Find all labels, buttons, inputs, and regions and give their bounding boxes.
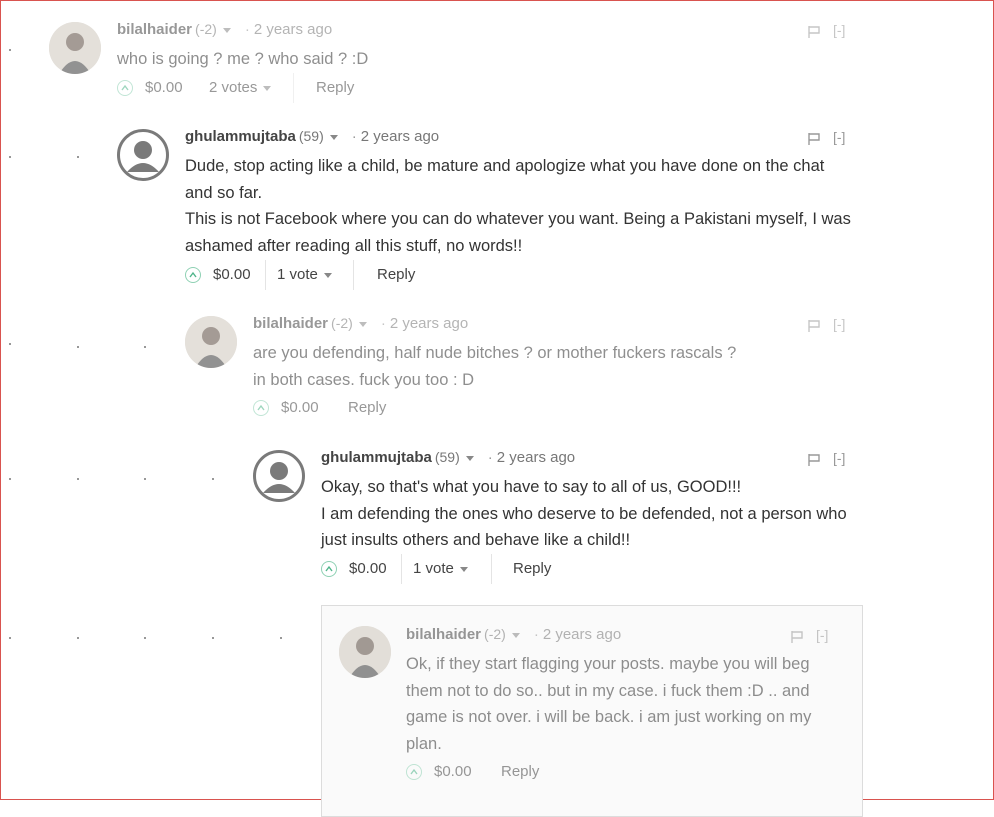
reputation: (59) [434, 449, 460, 465]
upvote-icon[interactable] [406, 764, 422, 780]
user-photo-icon [185, 316, 237, 368]
chevron-down-icon[interactable] [465, 455, 474, 461]
comment-line: ashamed after reading all this stuff, no… [185, 236, 523, 255]
chevron-down-icon[interactable] [358, 321, 367, 327]
comment-body: Okay, so that's what you have to say to … [321, 474, 921, 554]
comment-line: who is going ? me ? who said ? :D [117, 50, 369, 68]
divider [353, 260, 354, 290]
chevron-down-icon [323, 272, 332, 278]
chevron-down-icon[interactable] [222, 27, 231, 33]
upvote-icon[interactable] [253, 400, 269, 416]
reply-link[interactable]: Reply [513, 560, 551, 577]
avatar[interactable] [339, 626, 391, 678]
avatar[interactable] [49, 22, 101, 74]
comment-line: just insults others and behave like a ch… [321, 531, 631, 549]
comment-line: are you defending, half nude bitches ? o… [253, 344, 737, 362]
comment-line: game is not over. i will be back. i am j… [406, 708, 812, 726]
upvote-icon[interactable] [117, 80, 133, 96]
author-name[interactable]: bilalhaider [406, 626, 481, 643]
flag-icon[interactable] [807, 319, 821, 333]
separator-dot: · [351, 128, 357, 145]
votes-dropdown[interactable]: 1 vote [413, 560, 468, 577]
divider [401, 554, 402, 584]
timestamp[interactable]: 2 years ago [254, 21, 332, 38]
comment-body: Dude, stop acting like a child, be matur… [185, 153, 885, 259]
author-name[interactable]: bilalhaider [117, 21, 192, 38]
divider [293, 73, 294, 103]
collapse-toggle[interactable]: [-] [833, 22, 845, 38]
reply-link[interactable]: Reply [501, 763, 539, 780]
comment-line: in both cases. fuck you too : D [253, 370, 475, 389]
comment-line: plan. [406, 734, 442, 753]
payout-value[interactable]: $0.00 [213, 266, 251, 283]
reputation: (59) [298, 128, 324, 144]
separator-dot: · [487, 449, 493, 466]
votes-count: 1 vote [413, 560, 454, 577]
comment-line: This is not Facebook where you can do wh… [185, 210, 851, 228]
timestamp[interactable]: 2 years ago [543, 626, 621, 643]
default-user-icon [263, 462, 295, 493]
comment-actions: $0.00 1 vote Reply [321, 554, 621, 584]
collapse-toggle[interactable]: [-] [833, 450, 845, 466]
comment-line: Ok, if they start flagging your posts. m… [406, 655, 810, 673]
comment-body: Ok, if they start flagging your posts. m… [406, 651, 846, 757]
reputation: (-2) [195, 21, 217, 37]
reply-link[interactable]: Reply [348, 399, 386, 416]
payout-value[interactable]: $0.00 [349, 560, 387, 577]
timestamp[interactable]: 2 years ago [361, 128, 439, 145]
avatar[interactable] [117, 129, 169, 181]
divider [491, 554, 492, 584]
chevron-down-icon[interactable] [511, 632, 520, 638]
separator-dot: · [533, 626, 539, 643]
collapse-toggle[interactable]: [-] [816, 627, 828, 643]
votes-count: 2 votes [209, 79, 258, 96]
collapse-toggle[interactable]: [-] [833, 129, 845, 145]
avatar[interactable] [185, 316, 237, 368]
comment-line: and so far. [185, 183, 263, 202]
chevron-down-icon[interactable] [329, 134, 338, 140]
votes-dropdown[interactable]: 2 votes [209, 79, 272, 96]
flag-icon[interactable] [807, 25, 821, 39]
timestamp[interactable]: 2 years ago [390, 315, 468, 332]
flag-icon[interactable] [807, 453, 821, 467]
comment-line: Dude, stop acting like a child, be matur… [185, 157, 825, 175]
collapse-toggle[interactable]: [-] [833, 316, 845, 332]
comment-line: them not to do so.. but in my case. i fu… [406, 681, 810, 700]
payout-value[interactable]: $0.00 [434, 763, 472, 780]
comment-actions: $0.00 2 votes Reply [117, 73, 417, 103]
comment-actions: $0.00 Reply [406, 763, 606, 785]
payout-value[interactable]: $0.00 [281, 399, 319, 416]
reply-link[interactable]: Reply [377, 266, 415, 283]
author-name[interactable]: bilalhaider [253, 315, 328, 332]
separator-dot: · [244, 21, 250, 38]
default-user-icon [127, 141, 159, 172]
reputation: (-2) [484, 626, 506, 642]
flag-icon[interactable] [790, 630, 804, 644]
upvote-icon[interactable] [185, 267, 201, 283]
user-photo-icon [49, 22, 101, 74]
comment-body: are you defending, half nude bitches ? o… [253, 340, 853, 393]
reply-link[interactable]: Reply [316, 79, 354, 96]
separator-dot: · [380, 315, 386, 332]
flag-icon[interactable] [807, 132, 821, 146]
comment-body: who is going ? me ? who said ? :D [117, 46, 817, 73]
payout-value[interactable]: $0.00 [145, 79, 183, 96]
comment-actions: $0.00 Reply [253, 399, 453, 421]
votes-dropdown[interactable]: 1 vote [277, 266, 332, 283]
timestamp[interactable]: 2 years ago [497, 449, 575, 466]
upvote-icon[interactable] [321, 561, 337, 577]
reputation: (-2) [331, 315, 353, 331]
votes-count: 1 vote [277, 266, 318, 283]
comment-actions: $0.00 1 vote Reply [185, 260, 485, 290]
chevron-down-icon [263, 85, 272, 91]
chevron-down-icon [459, 566, 468, 572]
avatar[interactable] [253, 450, 305, 502]
author-name[interactable]: ghulammujtaba [185, 128, 296, 145]
divider [265, 260, 266, 290]
comment-line: Okay, so that's what you have to say to … [321, 478, 742, 496]
comment-line: I am defending the ones who deserve to b… [321, 504, 847, 523]
user-photo-icon [339, 626, 391, 678]
author-name[interactable]: ghulammujtaba [321, 449, 432, 466]
